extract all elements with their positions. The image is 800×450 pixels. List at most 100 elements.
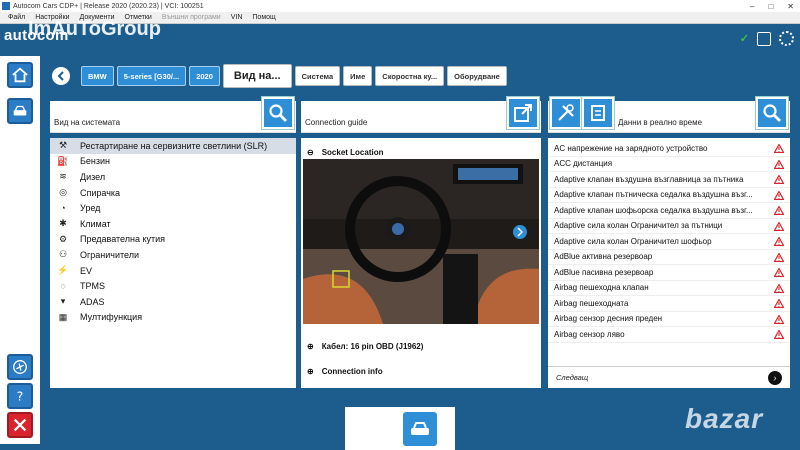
socket-location-row[interactable]: ⊖ Socket Location [303, 145, 384, 159]
system-item-label: ADAS [80, 296, 105, 307]
live-data-label: Airbag пешеходна клапан [554, 283, 649, 293]
system-item[interactable]: ◔ Уред [50, 200, 296, 216]
settings-gear-icon[interactable] [779, 31, 794, 46]
system-item[interactable]: ⚇ Ограничители [50, 247, 296, 263]
crumb-gearbox[interactable]: Скоростна ку... [375, 66, 445, 86]
crumb-view[interactable]: Вид на... [222, 64, 292, 88]
live-data-label: Adaptive клапан пътническа седалка възду… [554, 190, 753, 200]
system-item[interactable]: ⛽ Бензин [50, 154, 296, 170]
menu-vin[interactable]: VIN [231, 14, 243, 21]
system-item[interactable]: ⚒ Рестартиране на сервизните светлини (SL… [50, 138, 296, 154]
climate-icon: ✱ [59, 218, 67, 229]
bazar-watermark: bazar [685, 403, 764, 434]
home-button[interactable] [7, 62, 33, 88]
expand-icon: ⊕ [307, 341, 314, 351]
warning-icon [774, 252, 784, 262]
close-window-button[interactable]: ✕ [787, 2, 794, 11]
live-data-item[interactable]: ACC дистанция [548, 157, 790, 172]
collapse-icon: ⊖ [307, 147, 314, 157]
chevron-left-icon [57, 71, 64, 81]
system-item[interactable]: ◎ Спирачка [50, 185, 296, 201]
maximize-button[interactable]: □ [768, 2, 773, 11]
exit-button[interactable] [7, 412, 33, 438]
help-icon: ? [17, 389, 24, 404]
crumb-equipment[interactable]: Оборудване [447, 66, 507, 86]
close-icon [13, 418, 27, 432]
window-title: Autocom Cars CDP+ | Release 2020 (2020.2… [13, 2, 204, 10]
system-item[interactable]: ≋ Дизел [50, 169, 296, 185]
next-page-button[interactable]: › [768, 371, 782, 385]
vehicle-select-button[interactable] [7, 98, 33, 124]
warning-icon [774, 175, 784, 184]
battery-icon[interactable] [757, 31, 771, 46]
bottom-action-panel [345, 407, 455, 450]
car-scan-icon [411, 422, 429, 435]
live-data-list: AC напрежение на зарядното устройство ACC… [548, 138, 790, 388]
warning-icon [774, 144, 784, 153]
back-button[interactable] [52, 67, 70, 85]
live-data-label: Airbag пешеходната [554, 298, 629, 308]
system-search-button[interactable] [262, 97, 294, 129]
system-item[interactable]: ✱ Климат [50, 216, 296, 232]
live-data-label: Airbag сензор ляво [554, 329, 625, 339]
live-data-label: AC напрежение на зарядното устройство [554, 143, 708, 153]
system-item[interactable]: ◌ TPMS [50, 278, 296, 294]
brake-icon: ◎ [59, 187, 67, 198]
live-data-item[interactable]: Adaptive клапан шофьорска седалка въздуш… [548, 203, 790, 219]
wrench-icon: ⚒ [58, 140, 68, 151]
warning-icon [774, 237, 784, 246]
live-data-item[interactable]: Airbag пешеходната [548, 296, 790, 312]
live-data-item[interactable]: AdBlue активна резервоар [548, 250, 790, 265]
external-link-icon [514, 104, 532, 122]
live-data-item[interactable]: Adaptive сила колан Ограничител шофьор [548, 234, 790, 250]
system-item-label: TPMS [80, 281, 106, 292]
system-item-label: Климат [80, 218, 111, 229]
system-item-label: Бензин [80, 156, 111, 167]
connection-panel-header: Connection guide [301, 97, 541, 133]
system-item-label: Уред [80, 203, 101, 214]
warning-icon [774, 314, 784, 324]
home-icon [12, 67, 28, 83]
help-button[interactable]: ? [7, 383, 33, 409]
live-data-item[interactable]: Airbag сензор ляво [548, 327, 790, 343]
connection-info-row[interactable]: ⊕ Connection info [303, 364, 383, 378]
system-item[interactable]: ▾ ADAS [50, 294, 296, 310]
live-data-item[interactable]: AC напрежение на зарядното устройство [548, 141, 790, 157]
system-item-label: Ограничители [80, 249, 140, 260]
device-button[interactable] [582, 97, 614, 129]
car-icon [13, 105, 27, 116]
menu-file[interactable]: Файл [8, 14, 25, 21]
live-search-button[interactable] [756, 97, 788, 129]
live-data-item[interactable]: Adaptive сила колан Ограничител за пътни… [548, 219, 790, 234]
system-item[interactable]: ⚡ EV [50, 263, 296, 279]
live-data-label: AdBlue активна резервоар [554, 252, 653, 262]
live-data-item[interactable]: Airbag сензор десния преден [548, 312, 790, 327]
system-item[interactable]: ⚙ Предавателна кутия [50, 232, 296, 248]
crumb-system[interactable]: Система [294, 66, 341, 86]
crumb-make[interactable]: BMW [81, 66, 114, 86]
live-data-item[interactable]: Adaptive клапан пътническа седалка възду… [548, 188, 790, 203]
svg-text:?: ? [17, 389, 24, 404]
module-icon [591, 105, 605, 121]
flight-recorder-button[interactable] [7, 354, 33, 380]
live-data-item[interactable]: AdBlue пасивна резервоар [548, 265, 790, 281]
connection-open-button[interactable] [507, 97, 539, 129]
minimize-button[interactable]: – [750, 2, 754, 11]
app-icon [2, 2, 10, 10]
crumb-model[interactable]: 5-series [G30/... [116, 66, 187, 86]
menu-help[interactable]: Помощ [252, 14, 275, 21]
crumb-year[interactable]: 2020 [189, 66, 220, 86]
live-data-item[interactable]: Adaptive клапан въздушна възглавница за … [548, 172, 790, 188]
diesel-icon: ≋ [59, 171, 67, 182]
scan-vehicle-button[interactable] [403, 412, 437, 446]
service-tools-button[interactable] [550, 97, 582, 129]
live-data-item[interactable]: Airbag пешеходна клапан [548, 281, 790, 296]
system-item[interactable]: ▦ Мултифункция [50, 310, 296, 326]
cable-row[interactable]: ⊕ Кабел: 16 pin OBD (J1962) [303, 339, 423, 353]
tpms-icon: ◌ [60, 281, 66, 292]
live-data-label: AdBlue пасивна резервоар [554, 267, 654, 277]
menu-external-programs[interactable]: Външни програми [162, 14, 221, 21]
multifunction-icon: ▦ [58, 311, 68, 322]
crumb-name[interactable]: Име [343, 66, 373, 86]
search-icon [269, 104, 287, 122]
